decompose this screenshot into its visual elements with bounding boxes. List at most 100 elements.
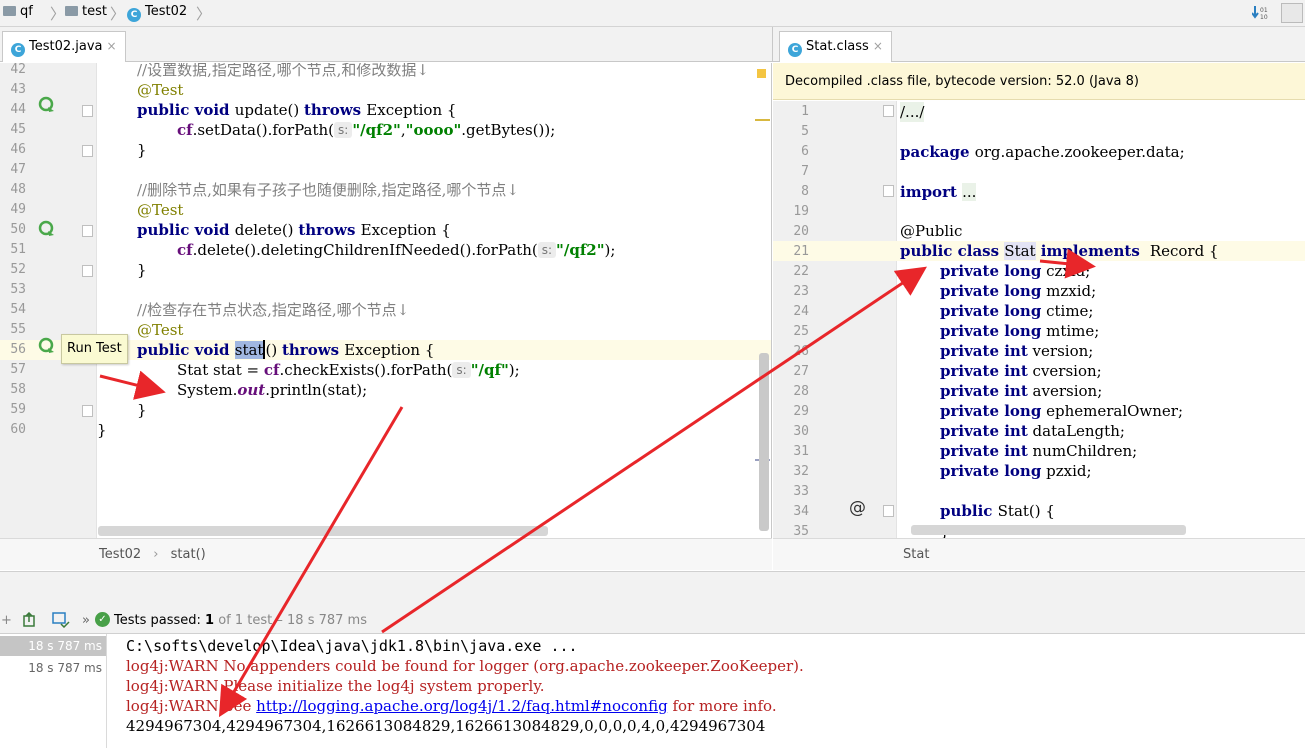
svg-text:01: 01 (1260, 7, 1268, 14)
code-line-stat: public void stat() throws Exception { (137, 340, 435, 359)
console-warn: log4j:WARN Please initialize the log4j s… (126, 677, 545, 695)
line-number: 20 (793, 224, 809, 239)
line-number: 5 (801, 124, 809, 139)
layout-icon[interactable] (1281, 3, 1303, 23)
line-number: 34 (793, 504, 809, 519)
breadcrumb-test02[interactable]: C Test02 (127, 0, 187, 26)
fold-marker[interactable] (82, 265, 93, 277)
line-number: 46 (10, 142, 26, 157)
line-number: 27 (793, 364, 809, 379)
code-field: private int cversion; (940, 362, 1102, 380)
code-line-update: public void update() throws Exception { (137, 101, 457, 119)
crumb-method[interactable]: stat() (171, 547, 206, 562)
code-field: private int dataLength; (940, 422, 1125, 440)
breadcrumb-qf[interactable]: qf (3, 0, 33, 26)
line-number: 33 (793, 484, 809, 499)
line-number: 60 (10, 422, 26, 437)
tab-label: Test02.java (29, 39, 103, 54)
line-number: 31 (793, 444, 809, 459)
line-number: 24 (793, 304, 809, 319)
editor-right[interactable]: 1 5 6 7 8 19 20 21 22 23 24 25 26 27 28 29 30 31 32 33 34 35 … (773, 101, 1305, 538)
line-number: 19 (793, 204, 809, 219)
editor-left[interactable]: 42 43 44 45 46 47 48 49 50 51 52 53 54 55 56 57 58 59 60 /… (0, 63, 772, 538)
code-annotation: @Test (137, 321, 184, 339)
console-warn: log4j:WARN No appenders could be found f… (126, 657, 804, 675)
line-number: 50 (10, 222, 26, 237)
code-brace: } (137, 401, 147, 419)
code-line-println: System.out.println(stat); (177, 381, 368, 399)
line-number: 48 (10, 182, 26, 197)
breadcrumb-separator: 〉 (110, 5, 126, 23)
line-number: 44 (10, 102, 26, 117)
fold-marker[interactable] (82, 145, 93, 157)
class-icon: C (11, 43, 25, 57)
breadcrumb-test[interactable]: test (65, 0, 107, 26)
horizontal-scrollbar[interactable] (911, 525, 1186, 535)
code-field: private long czxid; (940, 262, 1091, 280)
code-comment: //删除节点,如果有子孩子也随便删除,指定路径,哪个节点↓ (137, 181, 519, 199)
log4j-faq-link[interactable]: http://logging.apache.org/log4j/1.2/faq.… (256, 697, 668, 715)
crumb-class[interactable]: Test02 (99, 547, 141, 562)
fold-marker[interactable] (82, 405, 93, 417)
console-panel[interactable]: 18 s 787 ms 18 s 787 ms C:\softs\develop… (0, 634, 1305, 748)
fold-marker[interactable] (82, 105, 93, 117)
folded-header[interactable]: /.../ (900, 102, 925, 122)
tab-test02-java[interactable]: C Test02.java × (2, 31, 126, 62)
class-file-icon: C (788, 43, 802, 57)
line-number: 35 (793, 524, 809, 538)
code-package: package org.apache.zookeeper.data; (900, 143, 1185, 161)
run-test-icon[interactable] (38, 96, 56, 114)
line-number: 29 (793, 404, 809, 419)
line-number: 23 (793, 284, 809, 299)
close-icon[interactable]: × (107, 39, 117, 53)
override-marker[interactable]: @ (849, 498, 866, 518)
horizontal-scrollbar[interactable] (98, 526, 548, 536)
line-number: 22 (793, 264, 809, 279)
line-number: 57 (10, 362, 26, 377)
code-annotation: @Public (900, 222, 963, 240)
analysis-marker[interactable] (757, 69, 766, 78)
fold-expand[interactable] (883, 185, 894, 197)
more-actions[interactable]: » (82, 607, 90, 634)
line-number: 8 (801, 184, 809, 199)
code-line-delete: public void delete() throws Exception { (137, 221, 451, 239)
line-number: 43 (10, 82, 26, 97)
line-number: 51 (10, 242, 26, 257)
fold-marker[interactable] (883, 505, 894, 517)
vertical-scrollbar[interactable] (759, 353, 769, 531)
test-tree-item[interactable]: 18 s 787 ms (0, 658, 106, 678)
history-icon[interactable] (52, 612, 70, 628)
class-icon: C (127, 8, 141, 22)
line-number: 54 (10, 302, 26, 317)
code-field: private int aversion; (940, 382, 1103, 400)
code-constructor: public Stat() { (940, 502, 1055, 520)
selected-identifier: stat (234, 341, 264, 359)
crumb-class[interactable]: Stat (903, 547, 929, 562)
test-status: Tests passed: 1 of 1 test – 18 s 787 ms (114, 613, 367, 628)
code-field: private int numChildren; (940, 442, 1138, 460)
breadcrumb-label: qf (20, 4, 33, 19)
run-test-icon[interactable] (38, 337, 56, 355)
test-tree-root[interactable]: 18 s 787 ms (0, 636, 106, 656)
console-command: C:\softs\develop\Idea\java\jdk1.8\bin\ja… (126, 637, 578, 655)
toolbar-edge: + (1, 613, 12, 628)
line-number: 42 (10, 63, 26, 77)
fold-expand[interactable] (883, 105, 894, 117)
close-icon[interactable]: × (873, 39, 883, 53)
line-number: 59 (10, 402, 26, 417)
run-test-icon[interactable] (38, 220, 56, 238)
run-test-tooltip: Run Test (61, 334, 128, 364)
line-number: 28 (793, 384, 809, 399)
folder-icon (3, 6, 16, 16)
breadcrumb-label: Test02 (145, 4, 188, 19)
code-brace: } (97, 421, 107, 439)
breadcrumb-separator: 〉 (196, 5, 212, 23)
tab-stat-class[interactable]: C Stat.class × (779, 31, 892, 62)
line-number: 53 (10, 282, 26, 297)
sort-icon[interactable]: 01 10 (1251, 4, 1268, 22)
error-stripe (755, 119, 770, 121)
fold-marker[interactable] (82, 225, 93, 237)
export-icon[interactable] (22, 612, 38, 628)
line-number: 6 (801, 144, 809, 159)
code-comment: //检查存在节点状态,指定路径,哪个节点↓ (137, 301, 410, 319)
